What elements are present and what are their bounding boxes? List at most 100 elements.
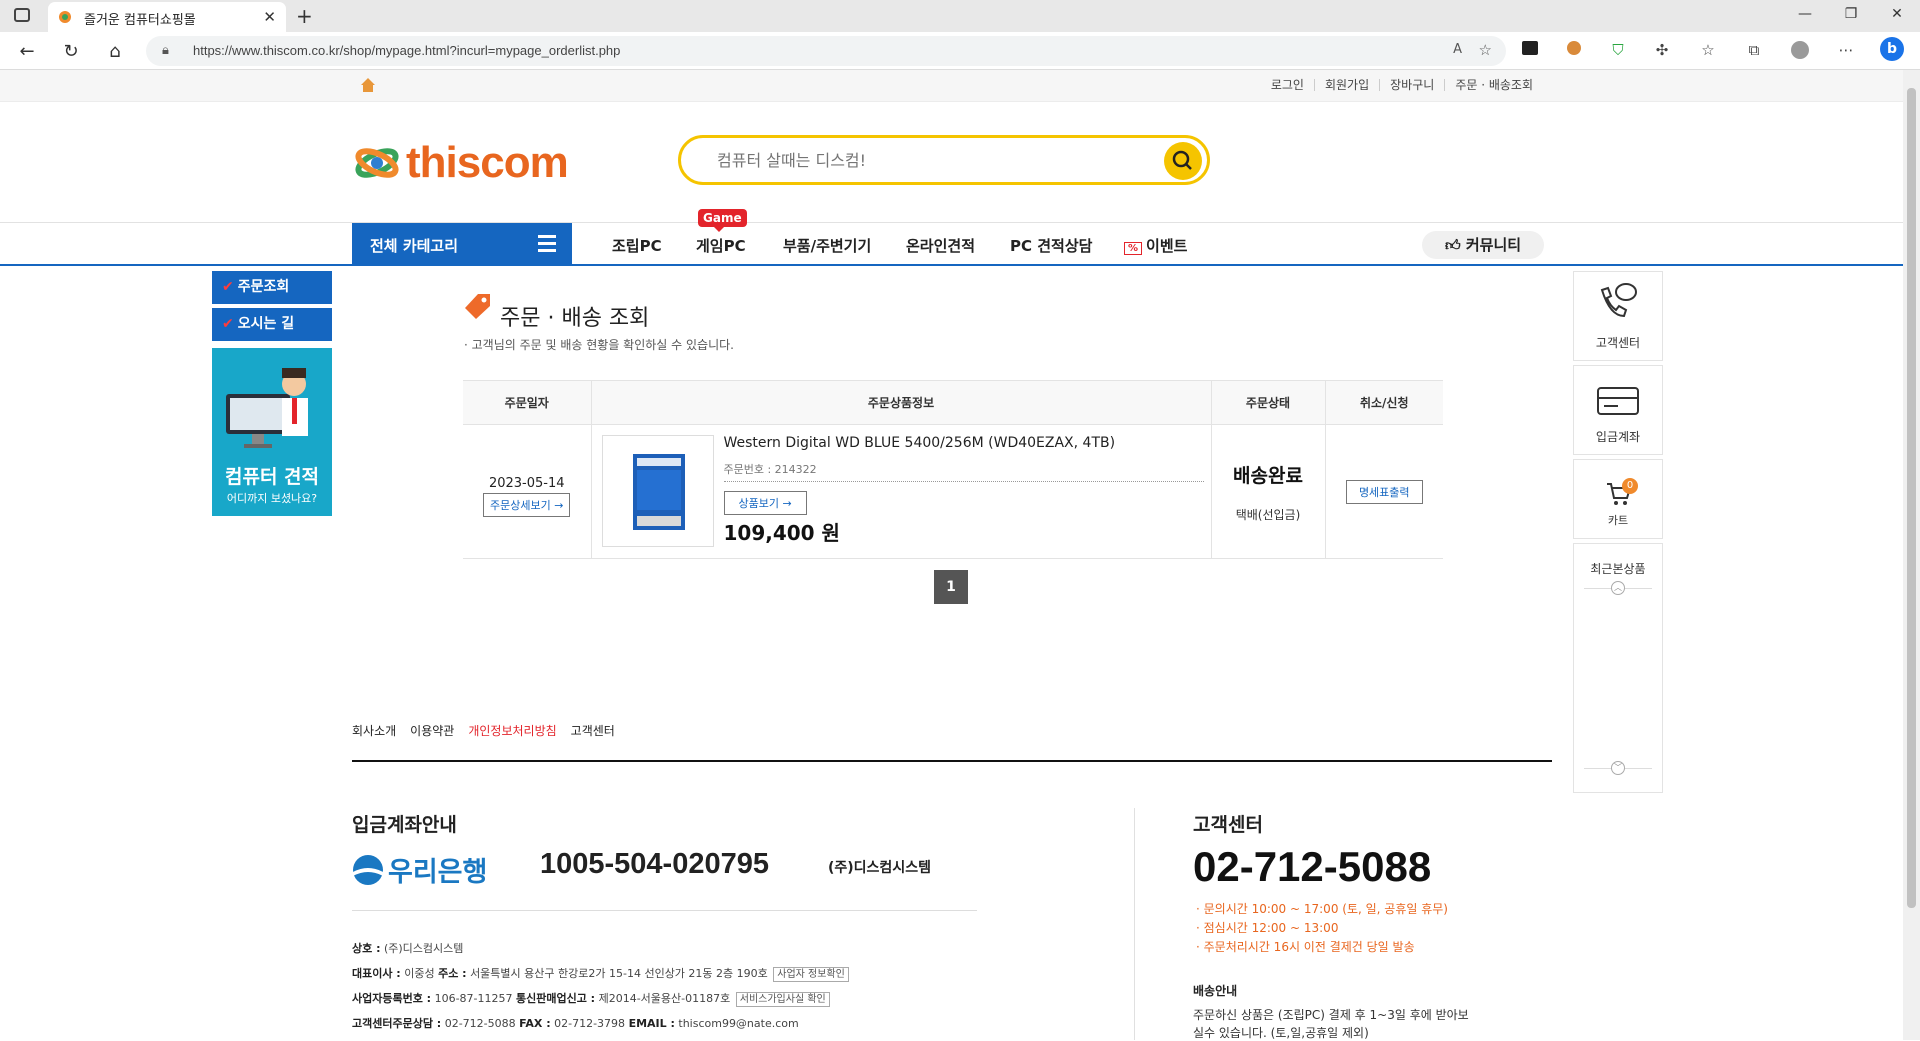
back-icon[interactable]: ← <box>14 41 40 62</box>
product-name[interactable]: Western Digital WD BLUE 5400/256M (WD40E… <box>724 435 1116 451</box>
monitor-illustration-icon <box>226 368 308 448</box>
deposit-account-shortcut[interactable]: 입금계좌 <box>1573 365 1663 455</box>
refresh-icon[interactable]: ↻ <box>58 41 84 62</box>
close-window-icon[interactable]: ✕ <box>1882 6 1912 22</box>
extension-dark-icon[interactable] <box>1518 41 1542 59</box>
service-check-button[interactable]: 서비스가입사실 확인 <box>735 992 830 1007</box>
extension-cookie-icon[interactable] <box>1562 41 1586 59</box>
close-tab-icon[interactable]: ✕ <box>263 8 276 26</box>
browser-address-bar: ← ↻ ⌂ 🔒︎ https://www.thiscom.co.kr/shop/… <box>0 32 1920 70</box>
community-label: 커뮤니티 <box>1465 236 1522 254</box>
account-number: 1005-504-020795 <box>540 848 769 880</box>
search-button[interactable] <box>1164 142 1202 180</box>
game-badge: Game <box>698 209 747 232</box>
customer-center-label: 고객센터 <box>1595 336 1641 350</box>
site-logo[interactable]: thiscom <box>354 138 569 188</box>
page-1-button[interactable]: 1 <box>934 570 968 604</box>
restore-icon[interactable]: ❐ <box>1836 6 1866 22</box>
registration-line: 사업자등록번호 : 106-87-11257 통신판매업신고 : 제2014-서… <box>352 990 830 1007</box>
order-check-button[interactable]: ✔ 주문조회 <box>212 271 332 304</box>
new-tab-icon[interactable]: + <box>296 4 313 28</box>
scroll-up-icon[interactable]: ︿ <box>1611 581 1625 595</box>
invoice-print-button[interactable]: 명세표출력 <box>1345 479 1423 504</box>
woori-bank-icon <box>353 854 383 885</box>
biz-reg-value: 106-87-11257 <box>434 992 513 1005</box>
scroll-down-icon[interactable]: ﹀ <box>1611 761 1625 775</box>
nav-pc-consult[interactable]: PC 견적상담 <box>1010 235 1092 256</box>
tab-title: 즐거운 컴퓨터쇼핑몰 <box>84 13 196 28</box>
scrollbar-thumb[interactable] <box>1907 88 1916 908</box>
product-thumbnail[interactable] <box>601 435 714 547</box>
event-badge-icon: % <box>1124 242 1143 255</box>
mail-order-label: 통신판매업신고 : <box>516 992 596 1005</box>
home-icon[interactable] <box>360 77 376 93</box>
nav-online-quote[interactable]: 온라인견적 <box>906 235 975 256</box>
cs-phone-number: 02-712-5088 <box>1193 843 1432 890</box>
hard-drive-image-icon <box>632 454 685 530</box>
nav-parts[interactable]: 부품/주변기기 <box>783 235 871 256</box>
profile-icon[interactable] <box>1788 41 1812 63</box>
table-header-row: 주문일자 주문상품정보 주문상태 취소/신청 <box>463 380 1443 425</box>
order-tracking-link[interactable]: 주문 · 배송조회 <box>1444 79 1543 91</box>
footer-link-company[interactable]: 회사소개 <box>352 722 396 739</box>
search-box <box>678 135 1210 185</box>
delivery-text-2: 실수 있습니다. (토,일,공휴일 제외) <box>1193 1026 1369 1040</box>
hamburger-icon <box>538 235 556 256</box>
page-scrollbar[interactable] <box>1903 70 1920 1040</box>
product-info-cell: Western Digital WD BLUE 5400/256M (WD40E… <box>590 424 1211 559</box>
recent-items-panel: 최근본상품 ︿ ﹀ <box>1573 543 1663 793</box>
read-aloud-icon[interactable]: A <box>1453 42 1462 57</box>
page-description: · 고객님의 주문 및 배송 현황을 확인하실 수 있습니다. <box>464 338 734 352</box>
login-link[interactable]: 로그인 <box>1261 79 1314 91</box>
nav-game-pc[interactable]: 게임PC <box>696 235 746 256</box>
utility-links: 로그인 회원가입 장바구니 주문 · 배송조회 <box>1261 79 1543 91</box>
tab-actions-icon[interactable] <box>14 8 30 22</box>
shield-icon[interactable]: ⛉ <box>1606 41 1630 59</box>
nav-assembled-pc[interactable]: 조립PC <box>612 235 662 256</box>
url-field[interactable]: 🔒︎ https://www.thiscom.co.kr/shop/mypage… <box>146 36 1506 66</box>
cancel-request-cell: 명세표출력 <box>1324 424 1443 559</box>
contact-line: 고객센터주문상담 : 02-712-5088 FAX : 02-712-3798… <box>352 1015 799 1031</box>
nav-event[interactable]: % 이벤트 <box>1124 235 1187 256</box>
footer-link-privacy[interactable]: 개인정보처리방침 <box>468 722 556 739</box>
deposit-account-label: 입금계좌 <box>1595 430 1641 444</box>
collections-icon[interactable]: ⧉ <box>1742 41 1766 59</box>
cart-shortcut[interactable]: 0 카트 <box>1573 459 1663 539</box>
customer-center-shortcut[interactable]: 고객센터 <box>1573 271 1663 361</box>
order-number: 주문번호 : 214322 <box>723 461 1204 482</box>
copilot-icon[interactable]: b <box>1880 37 1904 61</box>
favorites-icon[interactable]: ☆ <box>1696 41 1720 59</box>
extensions-icon[interactable]: ✣ <box>1650 41 1674 59</box>
order-detail-button[interactable]: 주문상세보기 → <box>483 493 571 517</box>
footer-link-terms[interactable]: 이용약관 <box>410 722 454 739</box>
minimize-icon[interactable]: — <box>1790 6 1820 22</box>
signup-link[interactable]: 회원가입 <box>1313 79 1379 91</box>
search-icon <box>1172 150 1192 170</box>
company-label: 상호 : <box>352 942 381 955</box>
col-product-info: 주문상품정보 <box>590 380 1211 425</box>
check-icon: ✔ <box>222 316 234 332</box>
cs-lunch-line: · 점심시간 12:00 ~ 13:00 <box>1196 921 1339 935</box>
recent-items-label: 최근본상품 <box>1590 562 1646 576</box>
all-category-button[interactable]: 전체 카테고리 <box>352 223 572 266</box>
more-menu-icon[interactable]: ⋯ <box>1834 41 1858 59</box>
footer-divider <box>352 760 1552 762</box>
community-button[interactable]: 👍︎ 커뮤니티 <box>1422 231 1544 259</box>
favorite-add-icon[interactable]: ☆ <box>1479 41 1492 59</box>
cart-link[interactable]: 장바구니 <box>1379 79 1444 91</box>
browser-tab[interactable]: 즐거운 컴퓨터쇼핑몰 ✕ <box>48 2 286 32</box>
view-product-button[interactable]: 상품보기 → <box>723 491 807 515</box>
biz-info-button[interactable]: 사업자 정보확인 <box>773 967 849 982</box>
footer-links: 회사소개 이용약관 개인정보처리방침 고객센터 <box>352 722 615 739</box>
pc-quote-banner[interactable]: 컴퓨터 견적 어디까지 보셨나요? <box>212 348 332 516</box>
biz-reg-label: 사업자등록번호 : <box>352 992 432 1005</box>
cs-label: 고객센터주문상담 : <box>352 1017 442 1030</box>
order-date-cell: 2023-05-14 주문상세보기 → <box>463 424 591 559</box>
footer-link-cs[interactable]: 고객센터 <box>571 722 615 739</box>
search-input[interactable] <box>717 148 1137 172</box>
home-browser-icon[interactable]: ⌂ <box>102 41 128 62</box>
cart-count-badge: 0 <box>1622 478 1638 494</box>
directions-button[interactable]: ✔ 오시는 길 <box>212 308 332 341</box>
logo-text: thiscom <box>406 138 569 187</box>
cart-label: 카트 <box>1607 514 1629 527</box>
